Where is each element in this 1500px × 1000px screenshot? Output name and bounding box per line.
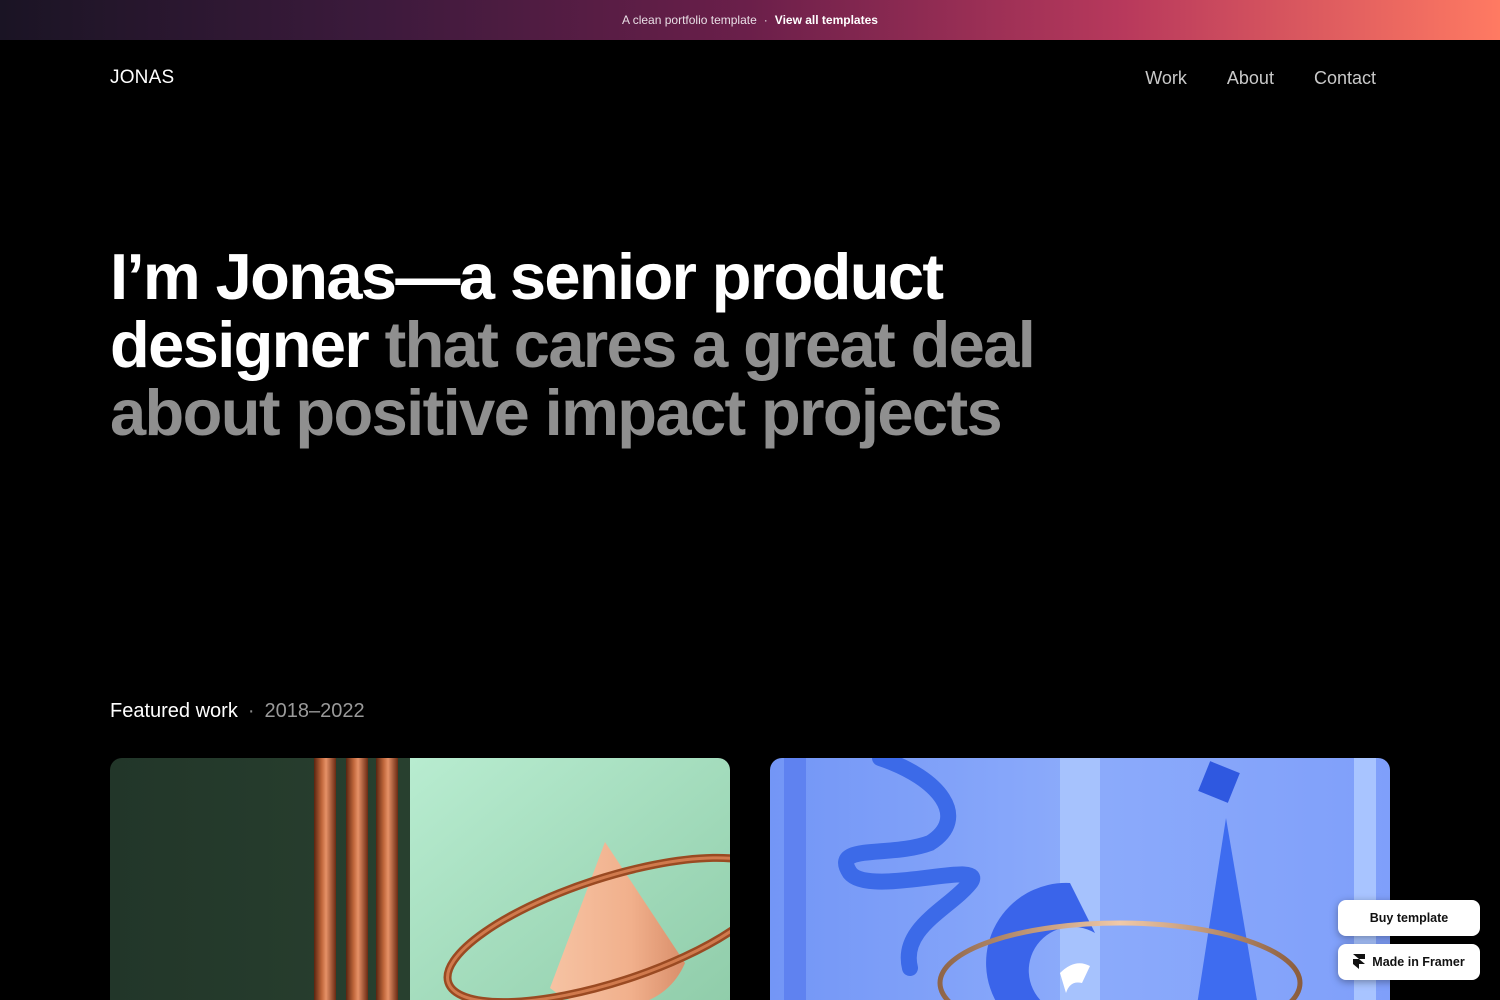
featured-years: 2018–2022 [264,700,365,722]
featured-work-heading: Featured work · 2018–2022 [110,700,365,723]
project-image-green-scene [110,758,730,1000]
made-in-framer-label: Made in Framer [1372,955,1465,969]
featured-separator: · [247,700,255,722]
hero-line-2-rest: that cares a great deal [384,308,1036,381]
hero-headline: I’m Jonas—a senior product designer that… [110,243,1070,447]
framer-logo-icon [1353,954,1366,969]
nav-link-contact[interactable]: Contact [1314,68,1376,89]
featured-label: Featured work [110,700,238,722]
project-card-1[interactable] [110,758,730,1000]
top-banner: A clean portfolio template · View all te… [0,0,1500,40]
nav-link-about[interactable]: About [1227,68,1274,89]
hero-line-3: about positive impact projects [110,376,1003,449]
buy-template-button[interactable]: Buy template [1338,900,1480,936]
buy-template-label: Buy template [1369,911,1449,925]
made-in-framer-button[interactable]: Made in Framer [1338,944,1480,980]
hero-emphasis: designer [110,308,370,381]
main-nav: Work About Contact [1145,68,1376,89]
site-header: JONAS Work About Contact [110,60,1376,96]
view-all-templates-link[interactable]: View all templates [775,13,878,27]
banner-text: A clean portfolio template [622,13,757,27]
brand-logo[interactable]: JONAS [110,67,174,89]
nav-link-work[interactable]: Work [1145,68,1187,89]
banner-separator: · [763,13,768,27]
hero-line-1: I’m Jonas—a senior product [110,240,944,313]
project-card-2[interactable] [770,758,1390,1000]
project-image-blue-scene [770,758,1390,1000]
